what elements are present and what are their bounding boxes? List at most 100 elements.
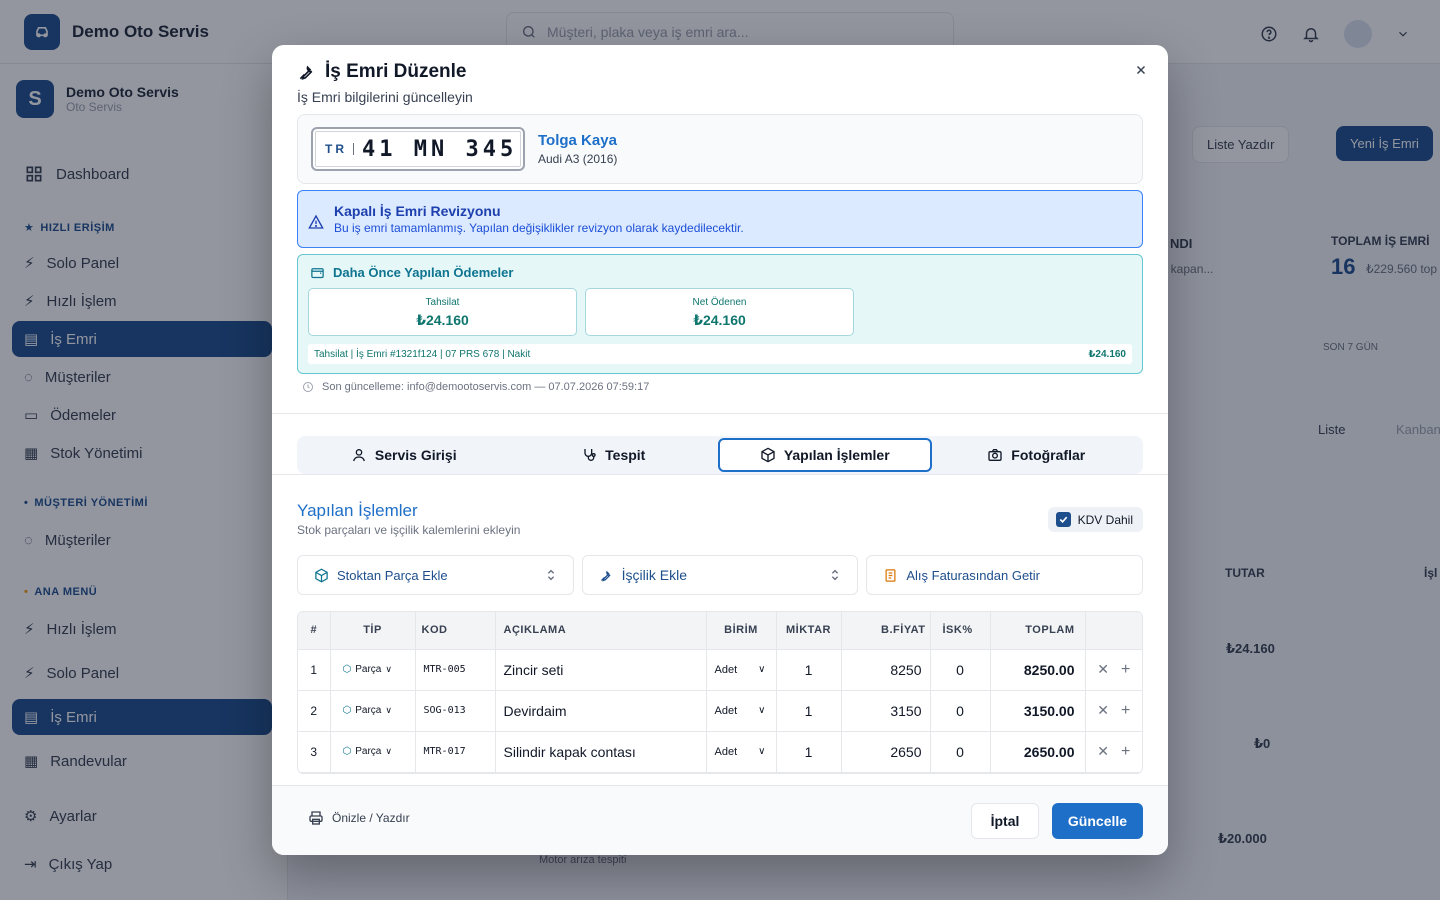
- preview-print-button[interactable]: Önizle / Yazdır: [308, 810, 410, 826]
- unit-value: Adet: [714, 704, 738, 717]
- collected-card: Tahsilat ₺24.160: [308, 288, 577, 336]
- tab-label: Tespit: [605, 447, 646, 463]
- edit-work-order-modal: İş Emri Düzenle İş Emri bilgilerini günc…: [272, 45, 1168, 855]
- type-value: Parça: [355, 746, 382, 757]
- add-row-icon[interactable]: +: [1121, 743, 1130, 761]
- divider: [272, 474, 1168, 475]
- col-total: TOPLAM: [990, 612, 1086, 650]
- col-index: #: [298, 612, 331, 650]
- import-purchase-invoice-button[interactable]: Alış Faturasından Getir: [866, 555, 1144, 595]
- modal-title-text: İş Emri Düzenle: [325, 61, 467, 82]
- items-table: # TİP KOD AÇIKLAMA BİRİM MİKTAR B.FİYAT …: [297, 611, 1143, 774]
- unit-select[interactable]: Adet ∨: [706, 690, 777, 732]
- net-paid-value: ₺24.160: [693, 312, 746, 328]
- item-code: MTR-005: [415, 649, 496, 691]
- tab-label: Yapılan İşlemler: [783, 447, 890, 463]
- add-item-controls: Stoktan Parça Ekle İşçilik Ekle Alış Fat…: [297, 555, 1144, 595]
- type-value: Parça: [355, 705, 382, 716]
- row-total: 3150.00: [990, 690, 1086, 732]
- plate-country: TR: [313, 143, 354, 155]
- tab-label: Servis Girişi: [374, 447, 457, 463]
- update-button[interactable]: Güncelle: [1052, 803, 1143, 839]
- section-title: Yapılan İşlemler: [297, 501, 418, 520]
- col-unit: BİRİM: [706, 612, 777, 650]
- box-icon: [314, 568, 329, 583]
- type-select[interactable]: ⬡ Parça ∨: [330, 731, 416, 773]
- user-icon: [351, 447, 367, 463]
- row-index: 3: [298, 731, 331, 773]
- kdv-included-toggle[interactable]: KDV Dahil: [1047, 507, 1143, 532]
- chevron-updown-icon: [545, 568, 557, 582]
- button-label: Önizle / Yazdır: [332, 811, 410, 825]
- button-label: Alış Faturasından Getir: [906, 567, 1041, 583]
- unit-price-input[interactable]: 3150: [841, 690, 931, 732]
- unit-select[interactable]: Adet ∨: [706, 649, 777, 691]
- item-description-input[interactable]: Silindir kapak contası: [495, 731, 707, 773]
- warning-icon: [308, 209, 324, 235]
- add-row-icon[interactable]: +: [1121, 702, 1130, 720]
- divider: [272, 413, 1168, 414]
- add-stock-part-select[interactable]: Stoktan Parça Ekle: [297, 555, 574, 595]
- discount-input[interactable]: 0: [930, 731, 991, 773]
- checkbox-checked-icon: [1055, 512, 1071, 527]
- chevron-down-icon: ∨: [758, 664, 766, 675]
- col-actions: [1085, 612, 1142, 650]
- revision-description: Bu iş emri tamamlanmış. Yapılan değişikl…: [334, 221, 744, 235]
- collected-value: ₺24.160: [416, 312, 469, 328]
- col-discount: İSK%: [930, 612, 991, 650]
- box-icon: ⬡: [342, 746, 352, 757]
- discount-input[interactable]: 0: [930, 690, 991, 732]
- table-header-row: # TİP KOD AÇIKLAMA BİRİM MİKTAR B.FİYAT …: [298, 612, 1142, 650]
- payments-title: Daha Önce Yapılan Ödemeler: [310, 265, 513, 280]
- tab-photos[interactable]: Fotoğraflar: [932, 438, 1142, 472]
- camera-icon: [987, 447, 1003, 463]
- select-label: Stoktan Parça Ekle: [337, 567, 448, 583]
- quantity-input[interactable]: 1: [776, 649, 842, 691]
- unit-select[interactable]: Adet ∨: [706, 731, 777, 773]
- close-icon[interactable]: [1132, 61, 1150, 79]
- col-description: AÇIKLAMA: [495, 612, 707, 650]
- cancel-button[interactable]: İptal: [971, 803, 1039, 839]
- col-quantity: MİKTAR: [776, 612, 842, 650]
- customer-name-link[interactable]: Tolga Kaya: [538, 132, 617, 149]
- modal-footer: Önizle / Yazdır İptal Güncelle: [272, 785, 1168, 855]
- chevron-updown-icon: [829, 568, 841, 582]
- box-icon: ⬡: [342, 705, 352, 716]
- discount-input[interactable]: 0: [930, 649, 991, 691]
- remove-row-icon[interactable]: ✕: [1097, 743, 1109, 760]
- chevron-down-icon: ∨: [385, 705, 392, 715]
- col-code: KOD: [415, 612, 496, 650]
- chevron-down-icon: ∨: [385, 664, 392, 674]
- license-plate: TR 41 MN 345: [311, 127, 525, 171]
- printer-icon: [308, 810, 324, 826]
- tab-diagnosis[interactable]: Tespit: [509, 438, 719, 472]
- box-icon: ⬡: [342, 664, 352, 675]
- quantity-input[interactable]: 1: [776, 731, 842, 773]
- remove-row-icon[interactable]: ✕: [1097, 661, 1109, 678]
- unit-price-input[interactable]: 2650: [841, 731, 931, 773]
- quantity-input[interactable]: 1: [776, 690, 842, 732]
- type-select[interactable]: ⬡ Parça ∨: [330, 649, 416, 691]
- table-row: 3 ⬡ Parça ∨ MTR-017 Silindir kapak contası…: [298, 731, 1142, 773]
- net-paid-card: Net Ödenen ₺24.160: [585, 288, 854, 336]
- item-description-input[interactable]: Zincir seti: [495, 649, 707, 691]
- unit-price-input[interactable]: 8250: [841, 649, 931, 691]
- add-row-icon[interactable]: +: [1121, 661, 1130, 679]
- item-description-input[interactable]: Devirdaim: [495, 690, 707, 732]
- chevron-down-icon: ∨: [385, 746, 392, 756]
- remove-row-icon[interactable]: ✕: [1097, 702, 1109, 719]
- add-labor-select[interactable]: İşçilik Ekle: [581, 555, 859, 595]
- row-total: 2650.00: [990, 731, 1086, 773]
- table-row: 2 ⬡ Parça ∨ SOG-013 Devirdaim Adet ∨ 1 3150…: [298, 690, 1142, 732]
- payment-line-amount: ₺24.160: [1088, 348, 1126, 360]
- collected-label: Tahsilat: [425, 297, 460, 308]
- modal-title: İş Emri Düzenle: [297, 61, 1143, 83]
- select-label: İşçilik Ekle: [621, 567, 688, 583]
- invoice-icon: [883, 568, 898, 583]
- tab-service-entry[interactable]: Servis Girişi: [299, 438, 509, 472]
- type-select[interactable]: ⬡ Parça ∨: [330, 690, 416, 732]
- chevron-down-icon: ∨: [758, 705, 766, 716]
- net-paid-label: Net Ödenen: [692, 297, 747, 308]
- row-index: 1: [298, 649, 331, 691]
- tab-performed-work[interactable]: Yapılan İşlemler: [718, 438, 932, 472]
